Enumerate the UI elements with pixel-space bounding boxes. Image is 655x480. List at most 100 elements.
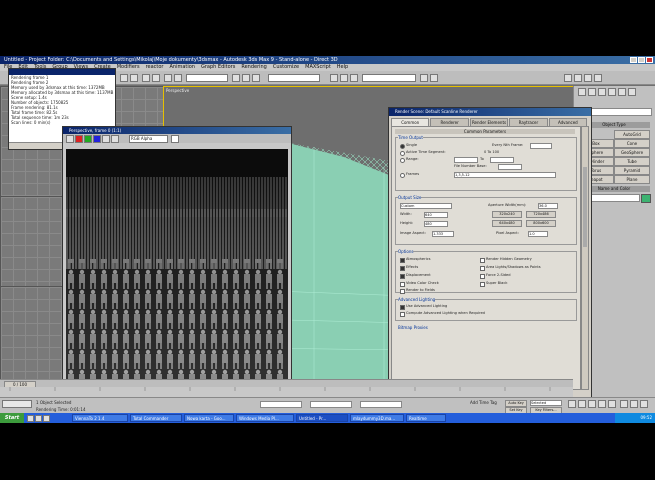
close-button[interactable]	[646, 57, 653, 63]
scrollbar-thumb[interactable]	[583, 167, 587, 247]
display-tab-icon[interactable]	[618, 88, 626, 96]
frames-field[interactable]: 1,3,5-12	[454, 172, 556, 178]
material-editor-icon[interactable]	[564, 74, 572, 82]
go-to-end-icon[interactable]	[608, 400, 616, 408]
select-by-name-icon[interactable]	[174, 74, 182, 82]
taskbar-item[interactable]: Windows Media Pl...	[236, 414, 294, 422]
rendered-frame-title[interactable]: Perspective, frame 0 (1:1)	[63, 127, 291, 134]
alpha-channel-icon[interactable]	[102, 135, 110, 143]
maximize-button[interactable]	[638, 57, 645, 63]
red-channel-icon[interactable]	[75, 135, 83, 143]
range-radio[interactable]	[400, 158, 405, 163]
modify-tab-icon[interactable]	[588, 88, 596, 96]
tab-common[interactable]: Common	[391, 118, 430, 126]
active-segment-radio[interactable]	[400, 151, 405, 156]
named-selection-dropdown[interactable]	[362, 74, 416, 82]
image-aspect-field[interactable]: 1.333	[432, 231, 454, 237]
menu-rendering[interactable]: Rendering	[241, 64, 267, 71]
save-bitmap-icon[interactable]	[66, 135, 74, 143]
menu-modifiers[interactable]: Modifiers	[117, 64, 140, 71]
tab-render-elements[interactable]: Render Elements	[469, 118, 509, 126]
auto-key-button[interactable]: Auto Key	[505, 400, 527, 407]
effects-checkbox[interactable]	[400, 266, 405, 271]
geosphere-button[interactable]: GeoSphere	[614, 148, 650, 157]
preset-800x600-button[interactable]: 800x600	[526, 220, 556, 227]
render-type-icon[interactable]	[594, 74, 602, 82]
render-dialog-title[interactable]: Render Scene: Default Scanline Renderer	[389, 108, 591, 116]
width-field[interactable]: 640	[424, 212, 448, 218]
create-tab-icon[interactable]	[578, 88, 586, 96]
taskbar-item[interactable]: mlaydummy3D.ma...	[350, 414, 404, 422]
tab-renderer[interactable]: Renderer	[430, 118, 469, 126]
render-fields-checkbox[interactable]	[400, 289, 405, 294]
tab-raytracer[interactable]: Raytracer	[509, 118, 548, 126]
channel-dropdown[interactable]: RGB Alpha	[129, 135, 168, 143]
taskbar-item-active[interactable]: Untitled - Pr...	[296, 414, 348, 422]
orbit-icon[interactable]	[640, 400, 648, 408]
super-black-checkbox[interactable]	[480, 282, 485, 287]
force-2sided-checkbox[interactable]	[480, 274, 485, 279]
plane-button[interactable]: Plane	[614, 175, 650, 184]
align-icon[interactable]	[430, 74, 438, 82]
use-advanced-lighting-checkbox[interactable]	[400, 305, 405, 310]
render-dialog-scrollbar[interactable]	[581, 126, 589, 390]
start-button[interactable]: Start	[0, 413, 24, 423]
autogrid-checkbox[interactable]: AutoGrid	[614, 130, 650, 139]
pyramid-button[interactable]: Pyramid	[614, 166, 650, 175]
quick-launch-icon[interactable]	[43, 415, 50, 422]
quick-launch-icon[interactable]	[27, 415, 34, 422]
snap-icon[interactable]	[330, 74, 338, 82]
atmospherics-checkbox[interactable]	[400, 258, 405, 263]
reference-coord-dropdown[interactable]	[268, 74, 320, 82]
taskbar-item[interactable]: Nowa karta - Goo...	[184, 414, 234, 422]
preset-640x480-button[interactable]: 640x480	[492, 220, 522, 227]
utilities-tab-icon[interactable]	[628, 88, 636, 96]
add-time-tag-label[interactable]: Add Time Tag	[470, 400, 497, 405]
percent-snap-icon[interactable]	[350, 74, 358, 82]
hierarchy-tab-icon[interactable]	[598, 88, 606, 96]
preset-320x240-button[interactable]: 320x240	[492, 211, 522, 218]
go-to-start-icon[interactable]	[568, 400, 576, 408]
common-parameters-header[interactable]: Common Parameters	[395, 129, 575, 134]
previous-frame-icon[interactable]	[578, 400, 586, 408]
render-scene-icon[interactable]	[574, 74, 582, 82]
every-nth-field[interactable]	[530, 143, 552, 149]
minimize-button[interactable]	[630, 57, 637, 63]
menu-help[interactable]: Help	[337, 64, 348, 71]
z-coord-field[interactable]	[360, 401, 402, 408]
motion-tab-icon[interactable]	[608, 88, 616, 96]
select-icon[interactable]	[164, 74, 172, 82]
next-frame-icon[interactable]	[598, 400, 606, 408]
compute-advanced-lighting-checkbox[interactable]	[400, 312, 405, 317]
render-hidden-checkbox[interactable]	[480, 258, 485, 263]
taskbar-item[interactable]: Total Commander	[130, 414, 182, 422]
object-color-swatch[interactable]	[641, 194, 651, 203]
preset-720x486-button[interactable]: 720x486	[526, 211, 556, 218]
angle-snap-icon[interactable]	[340, 74, 348, 82]
aperture-field[interactable]: 36.0	[538, 203, 558, 209]
scale-icon[interactable]	[252, 74, 260, 82]
single-radio[interactable]	[400, 144, 405, 149]
cone-button[interactable]: Cone	[614, 139, 650, 148]
menu-reactor[interactable]: reactor	[146, 64, 164, 71]
rotate-icon[interactable]	[242, 74, 250, 82]
menu-graph-editors[interactable]: Graph Editors	[201, 64, 235, 71]
range-start-field[interactable]	[454, 157, 478, 163]
move-icon[interactable]	[232, 74, 240, 82]
zoom-icon[interactable]	[620, 400, 628, 408]
file-number-base-field[interactable]	[498, 164, 522, 170]
blue-channel-icon[interactable]	[93, 135, 101, 143]
maxscript-listener-field[interactable]	[2, 400, 32, 408]
unlink-icon[interactable]	[152, 74, 160, 82]
tab-advanced-lighting[interactable]: Advanced Lighting	[548, 118, 588, 133]
swatch-icon[interactable]	[171, 135, 179, 143]
pixel-aspect-field[interactable]: 1.0	[528, 231, 548, 237]
frames-radio[interactable]	[400, 173, 405, 178]
mono-icon[interactable]	[111, 135, 119, 143]
menu-animation[interactable]: Animation	[169, 64, 195, 71]
video-color-checkbox[interactable]	[400, 282, 405, 287]
tube-button[interactable]: Tube	[614, 157, 650, 166]
x-coord-field[interactable]	[260, 401, 302, 408]
selection-filter-dropdown[interactable]	[186, 74, 228, 82]
link-icon[interactable]	[142, 74, 150, 82]
